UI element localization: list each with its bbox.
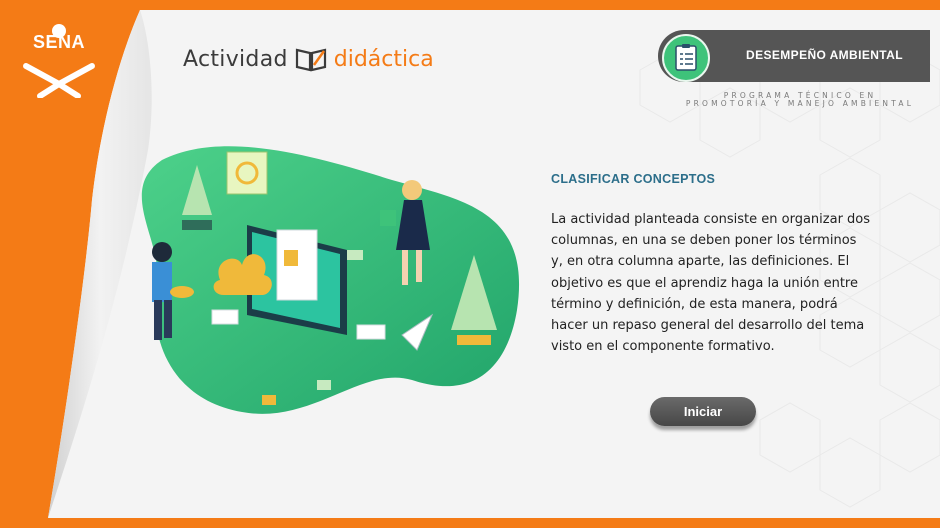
section-title: DESEMPEÑO AMBIENTAL (746, 48, 903, 62)
open-book-icon (295, 48, 326, 72)
brand-part2: didáctica (333, 46, 434, 72)
sena-logo-text: SENA (32, 32, 85, 52)
section-header-pill: DESEMPEÑO AMBIENTAL (658, 30, 930, 82)
program-line2: PROMOTORÍA Y MANEJO AMBIENTAL (685, 99, 915, 108)
program-name: PROGRAMA TÉCNICO EN PROMOTORÍA Y MANEJO … (670, 92, 930, 108)
checklist-icon (662, 34, 710, 82)
environment-illustration (141, 146, 520, 414)
start-button[interactable]: Iniciar (650, 397, 756, 426)
activity-description: La actividad planteada consiste en organ… (551, 212, 871, 355)
activity-title: CLASIFICAR CONCEPTOS (551, 172, 716, 186)
brand-part1: Actividad (183, 46, 288, 72)
actividad-didactica-brand: Actividad didáctica (183, 44, 434, 74)
